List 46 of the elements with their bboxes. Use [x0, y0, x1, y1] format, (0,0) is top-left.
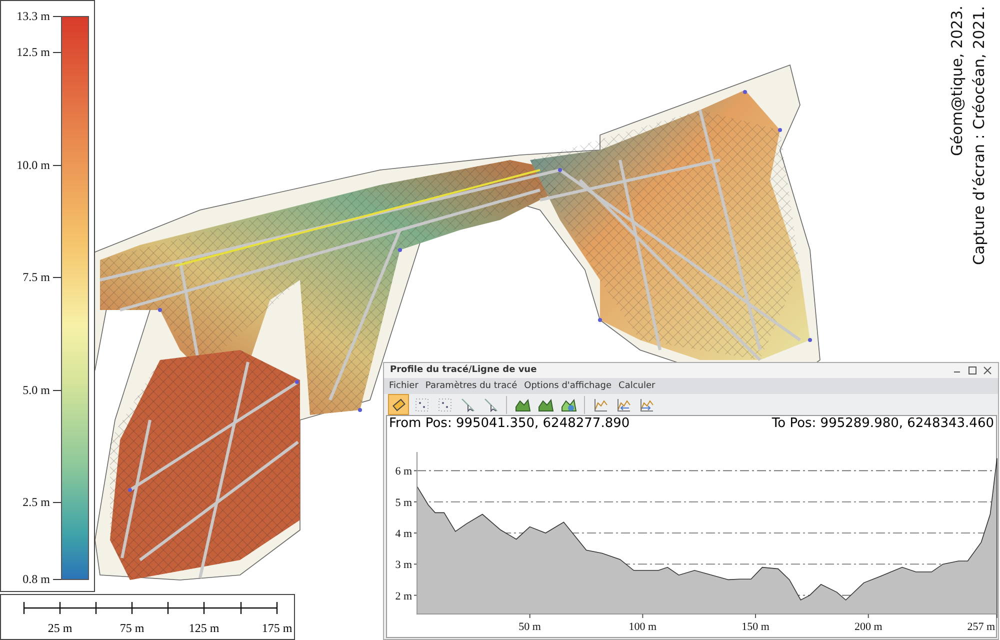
legend-label: 0.8 m: [22, 571, 50, 587]
x-tick-mark: [868, 614, 869, 618]
y-tick-mark: [414, 470, 418, 472]
y-tick-label: 2 m: [395, 590, 412, 602]
tick-mark: [53, 277, 61, 278]
scale-label: 125 m: [188, 621, 220, 636]
legend-label: 2.5 m: [22, 494, 50, 510]
to-position: To Pos: 995289.980, 6248343.460: [772, 416, 994, 431]
x-tick-label: 100 m: [628, 621, 657, 633]
legend-label: 12.5 m: [16, 44, 50, 60]
tick-mark: [53, 579, 61, 580]
tick-mark: [53, 164, 61, 166]
x-tick-label: 50 m: [518, 621, 541, 633]
scale-label: 25 m: [46, 621, 74, 636]
legend-label: 5.0 m: [22, 382, 50, 398]
legend-label: 13.3 m: [16, 8, 50, 24]
x-tick-mark: [642, 614, 644, 618]
window-title: Profile du tracé/Ligne de vue: [390, 365, 537, 376]
y-tick-label: 4 m: [395, 528, 412, 540]
menu-item[interactable]: Options d'affichage: [524, 380, 612, 391]
menu-item[interactable]: Fichier: [389, 380, 418, 391]
menu-item[interactable]: Calculer: [618, 380, 656, 391]
close-icon[interactable]: [983, 366, 992, 375]
x-tick-label: 257 m: [967, 621, 995, 633]
tick-mark: [53, 390, 61, 391]
toolbar-button[interactable]: [388, 394, 409, 415]
credit-text: Capture d’écran : Créocéan, 2021.: [969, 6, 989, 267]
x-tick-mark: [996, 614, 998, 618]
x-tick-label: 150 m: [742, 621, 770, 633]
credit-text: Géom@tique, 2023.: [947, 6, 967, 158]
x-tick-mark: [755, 614, 756, 618]
scale-label: 175 m: [260, 621, 294, 636]
maximize-icon[interactable]: [968, 366, 977, 375]
legend-label: 7.5 m: [22, 269, 50, 286]
x-tick-mark: [529, 614, 530, 618]
y-tick-label: 3 m: [395, 559, 412, 572]
scale-label: 75 m: [118, 621, 146, 636]
tick-mark: [53, 52, 61, 54]
tick-mark: [53, 16, 61, 17]
x-tick-label: 200 m: [854, 621, 882, 633]
tick-mark: [53, 502, 61, 504]
y-tick-label: 6 m: [395, 466, 412, 478]
y-tick-label: 5 m: [395, 496, 412, 509]
from-position: From Pos: 995041.350, 6248277.890: [389, 416, 630, 431]
legend-label: 10.0 m: [16, 156, 50, 173]
menu-item[interactable]: Paramètres du tracé: [425, 380, 518, 391]
